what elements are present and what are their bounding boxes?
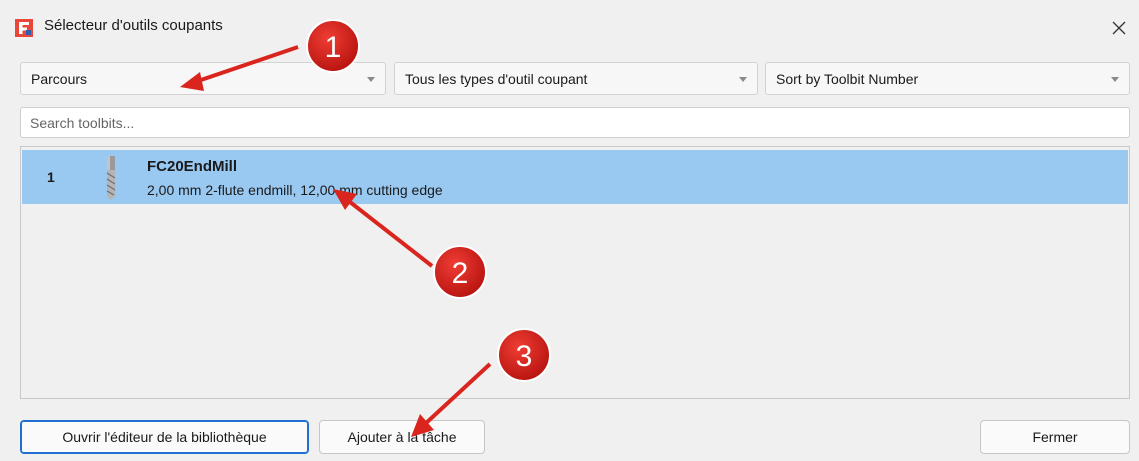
close-icon: [1112, 21, 1126, 35]
close-window-button[interactable]: [1099, 10, 1139, 46]
sort-select[interactable]: Sort by Toolbit Number: [765, 62, 1130, 95]
endmill-icon: [106, 156, 116, 200]
window-title: Sélecteur d'outils coupants: [44, 17, 223, 34]
library-select-value: Parcours: [31, 71, 88, 87]
tool-type-select[interactable]: Tous les types d'outil coupant: [394, 62, 758, 95]
sort-select-value: Sort by Toolbit Number: [776, 71, 919, 87]
close-button[interactable]: Fermer: [980, 420, 1130, 454]
chevron-down-icon: [367, 77, 375, 82]
chevron-down-icon: [1111, 77, 1119, 82]
toolbit-number: 1: [47, 169, 55, 185]
add-to-job-button[interactable]: Ajouter à la tâche: [319, 420, 485, 454]
tool-type-select-value: Tous les types d'outil coupant: [405, 71, 588, 87]
title-bar: Sélecteur d'outils coupants: [0, 0, 1139, 54]
toolbit-description: 2,00 mm 2-flute endmill, 12,00 mm cuttin…: [147, 182, 443, 198]
toolbit-list[interactable]: 1 FC20EndMill 2,00 mm 2-flute endmill, 1…: [20, 146, 1130, 399]
toolbit-name: FC20EndMill: [147, 158, 238, 175]
open-library-editor-button[interactable]: Ouvrir l'éditeur de la bibliothèque: [20, 420, 309, 454]
toolbit-row[interactable]: 1 FC20EndMill 2,00 mm 2-flute endmill, 1…: [22, 150, 1128, 204]
chevron-down-icon: [739, 77, 747, 82]
search-input[interactable]: [20, 107, 1130, 138]
freecad-app-icon: [15, 19, 33, 37]
library-select[interactable]: Parcours: [20, 62, 386, 95]
